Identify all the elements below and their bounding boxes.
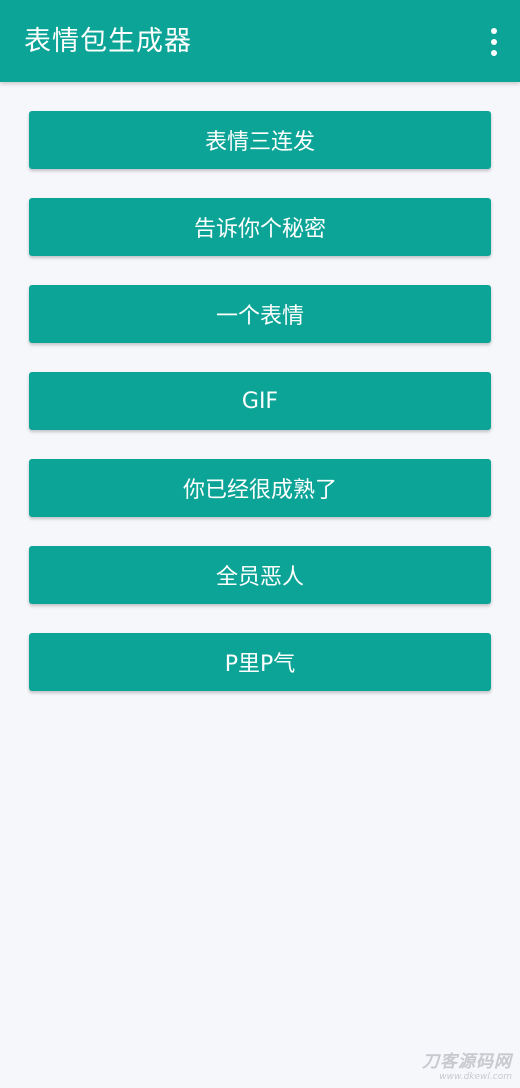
more-vert-icon[interactable]: [486, 28, 502, 56]
button-triple-meme[interactable]: 表情三连发: [29, 111, 491, 169]
button-p-style[interactable]: P里P气: [29, 633, 491, 691]
menu-dot: [491, 39, 497, 45]
button-mature[interactable]: 你已经很成熟了: [29, 459, 491, 517]
menu-dot: [491, 28, 497, 34]
button-gif[interactable]: GIF: [29, 372, 491, 430]
app-title: 表情包生成器: [24, 26, 192, 57]
button-single-meme[interactable]: 一个表情: [29, 285, 491, 343]
button-all-villains[interactable]: 全员恶人: [29, 546, 491, 604]
watermark-url: www.dkewl.com: [439, 1072, 512, 1082]
watermark: 刀客源码网 www.dkewl.com: [422, 1054, 512, 1082]
menu-dot: [491, 50, 497, 56]
button-list: 表情三连发 告诉你个秘密 一个表情 GIF 你已经很成熟了 全员恶人 P里P气: [29, 111, 491, 720]
watermark-name: 刀客源码网: [422, 1052, 512, 1072]
app-bar: 表情包生成器: [0, 0, 520, 82]
button-tell-secret[interactable]: 告诉你个秘密: [29, 198, 491, 256]
